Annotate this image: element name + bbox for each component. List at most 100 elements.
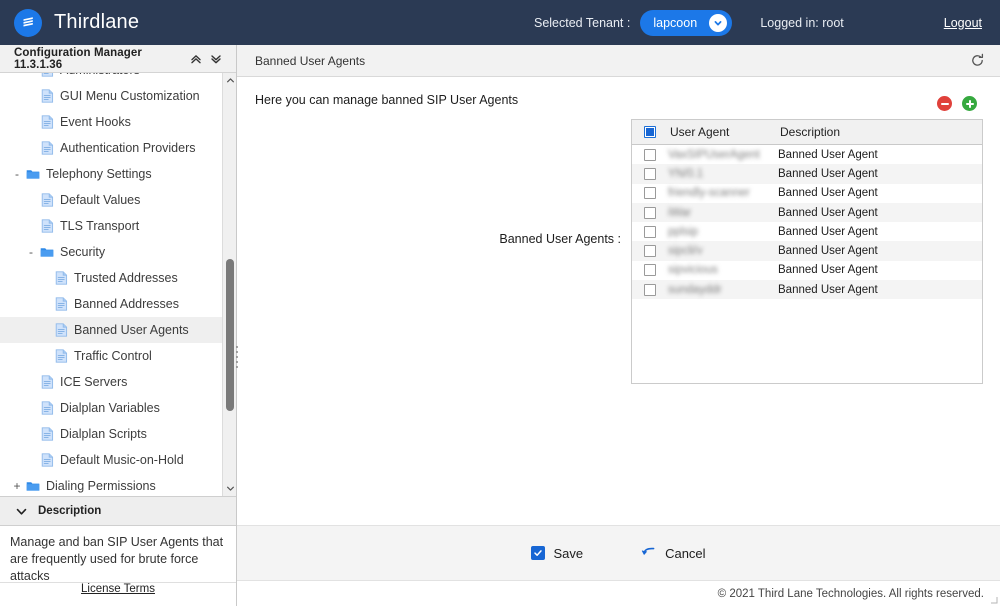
sidebar-item-authentication-providers[interactable]: Authentication Providers — [0, 135, 222, 161]
license-bar: License Terms — [0, 582, 236, 606]
grid-column: User Agent Description VaxSIPUserAgent Ba… — [631, 96, 1000, 384]
row-checkbox[interactable] — [644, 225, 656, 238]
sidebar-item-default-values[interactable]: Default Values — [0, 187, 222, 213]
cell-description: Banned User Agent — [778, 148, 878, 161]
logged-in-user: Logged in: root — [760, 15, 844, 30]
sidebar-item-administrators[interactable]: Administrators — [0, 73, 222, 83]
column-header-description[interactable]: Description — [778, 125, 982, 139]
save-button[interactable]: Save — [531, 546, 583, 561]
double-chevron-down-icon[interactable] — [208, 51, 224, 67]
sidebar-item-label: Authentication Providers — [60, 140, 196, 155]
collapse-toggle-icon[interactable]: - — [24, 245, 38, 259]
row-checkbox[interactable] — [644, 187, 656, 200]
cancel-button[interactable]: Cancel — [641, 545, 706, 561]
page-icon — [38, 453, 56, 467]
sidebar-item-trusted-addresses[interactable]: Trusted Addresses — [0, 265, 222, 291]
sidebar-tree: Administrators GUI Menu Customization Even… — [0, 73, 222, 496]
main-content: Here you can manage banned SIP User Agen… — [237, 77, 1000, 525]
sidebar-item-security[interactable]: - Security — [0, 239, 222, 265]
table-row[interactable]: VaxSIPUserAgent Banned User Agent — [632, 145, 982, 164]
sidebar-item-banned-addresses[interactable]: Banned Addresses — [0, 291, 222, 317]
minus-circle-icon[interactable] — [937, 96, 952, 111]
sidebar-item-telephony-settings[interactable]: - Telephony Settings — [0, 161, 222, 187]
grid-empty-area — [632, 299, 982, 383]
sidebar-item-dialplan-scripts[interactable]: Dialplan Scripts — [0, 421, 222, 447]
sidebar-header-tools — [188, 51, 230, 67]
chevron-down-icon — [10, 505, 32, 518]
select-all-checkbox[interactable] — [644, 126, 656, 138]
logout-link[interactable]: Logout — [944, 16, 982, 30]
plus-circle-icon[interactable] — [962, 96, 977, 111]
sidebar-scrollbar[interactable] — [222, 73, 236, 496]
page-title: Banned User Agents — [255, 53, 366, 68]
footer-actions: Save Cancel — [237, 525, 1000, 580]
license-terms-link[interactable]: License Terms — [81, 583, 155, 595]
sidebar-item-gui-menu-customization[interactable]: GUI Menu Customization — [0, 83, 222, 109]
table-row[interactable]: sipcli/v Banned User Agent — [632, 241, 982, 261]
page-icon — [38, 401, 56, 415]
row-checkbox[interactable] — [644, 283, 656, 296]
sidebar-item-label: Traffic Control — [74, 348, 152, 363]
table-row[interactable]: friendly-scanner Banned User Agent — [632, 184, 982, 203]
sidebar-item-label: ICE Servers — [60, 374, 128, 389]
column-header-user-agent[interactable]: User Agent — [668, 125, 778, 139]
undo-arrow-icon — [641, 545, 657, 561]
main-panel: Banned User Agents Here you can manage b… — [237, 45, 1000, 606]
page-icon — [38, 73, 56, 77]
sidebar-item-label: Dialplan Variables — [60, 400, 160, 415]
description-text: Manage and ban SIP User Agents that are … — [0, 526, 236, 583]
sidebar-item-traffic-control[interactable]: Traffic Control — [0, 343, 222, 369]
description-title: Description — [38, 505, 102, 517]
table-row[interactable]: iWar Banned User Agent — [632, 202, 982, 223]
tenant-selector[interactable]: lapcoon — [640, 9, 733, 36]
cell-user-agent: iWar — [668, 206, 692, 219]
form-row: Banned User Agents : User Agent Descript… — [237, 96, 1000, 384]
sidebar-item-ice-servers[interactable]: ICE Servers — [0, 369, 222, 395]
scroll-up-icon[interactable] — [223, 73, 236, 88]
table-row[interactable]: sipvicious Banned User Agent — [632, 261, 982, 280]
refresh-icon[interactable] — [968, 52, 986, 70]
row-select-cell — [632, 264, 668, 277]
page-icon — [38, 141, 56, 155]
sidebar-item-dialplan-variables[interactable]: Dialplan Variables — [0, 395, 222, 421]
row-checkbox[interactable] — [644, 245, 656, 258]
collapse-toggle-icon[interactable]: - — [10, 167, 24, 181]
row-checkbox[interactable] — [644, 167, 656, 180]
table-row[interactable]: YN/0.1 Banned User Agent — [632, 164, 982, 184]
cell-description: Banned User Agent — [778, 225, 878, 238]
sidebar-item-label: Dialing Permissions — [46, 478, 156, 493]
sidebar-item-label: Event Hooks — [60, 114, 131, 129]
grid-header-row: User Agent Description — [632, 120, 982, 145]
sidebar-item-dialing-permissions[interactable]: + Dialing Permissions — [0, 473, 222, 496]
row-select-cell — [632, 187, 668, 200]
sidebar-item-label: Banned Addresses — [74, 296, 179, 311]
sidebar-item-label: Administrators — [60, 73, 140, 76]
sidebar-item-label: Banned User Agents — [74, 322, 189, 337]
save-button-label: Save — [553, 545, 584, 561]
cell-description: Banned User Agent — [778, 187, 878, 200]
row-checkbox[interactable] — [644, 148, 656, 161]
sidebar-item-label: Default Music-on-Hold — [60, 452, 184, 467]
checkbox-check-icon — [531, 546, 546, 560]
sidebar-item-tls-transport[interactable]: TLS Transport — [0, 213, 222, 239]
row-checkbox[interactable] — [644, 264, 656, 277]
copyright-text: © 2021 Third Lane Technologies. All righ… — [717, 587, 984, 600]
window-resize-grip[interactable] — [988, 594, 998, 604]
panel-splitter-handle[interactable] — [233, 342, 240, 372]
scrollbar-thumb[interactable] — [226, 259, 234, 411]
expand-toggle-icon[interactable]: + — [10, 479, 24, 493]
cell-description: Banned User Agent — [778, 264, 878, 277]
scroll-down-icon[interactable] — [223, 481, 236, 496]
sidebar-item-event-hooks[interactable]: Event Hooks — [0, 109, 222, 135]
sidebar-item-default-music-on-hold[interactable]: Default Music-on-Hold — [0, 447, 222, 473]
tenant-label: Selected Tenant : — [533, 15, 631, 30]
page-icon — [38, 375, 56, 389]
row-checkbox[interactable] — [644, 206, 656, 219]
table-row[interactable]: pplsip Banned User Agent — [632, 222, 982, 241]
sidebar-item-banned-user-agents[interactable]: Banned User Agents — [0, 317, 222, 343]
description-header[interactable]: Description — [0, 496, 236, 526]
folder-icon — [24, 480, 42, 492]
table-row[interactable]: sundayddr Banned User Agent — [632, 280, 982, 300]
double-chevron-up-icon[interactable] — [188, 51, 204, 67]
banned-user-agents-grid: User Agent Description VaxSIPUserAgent Ba… — [631, 119, 983, 384]
